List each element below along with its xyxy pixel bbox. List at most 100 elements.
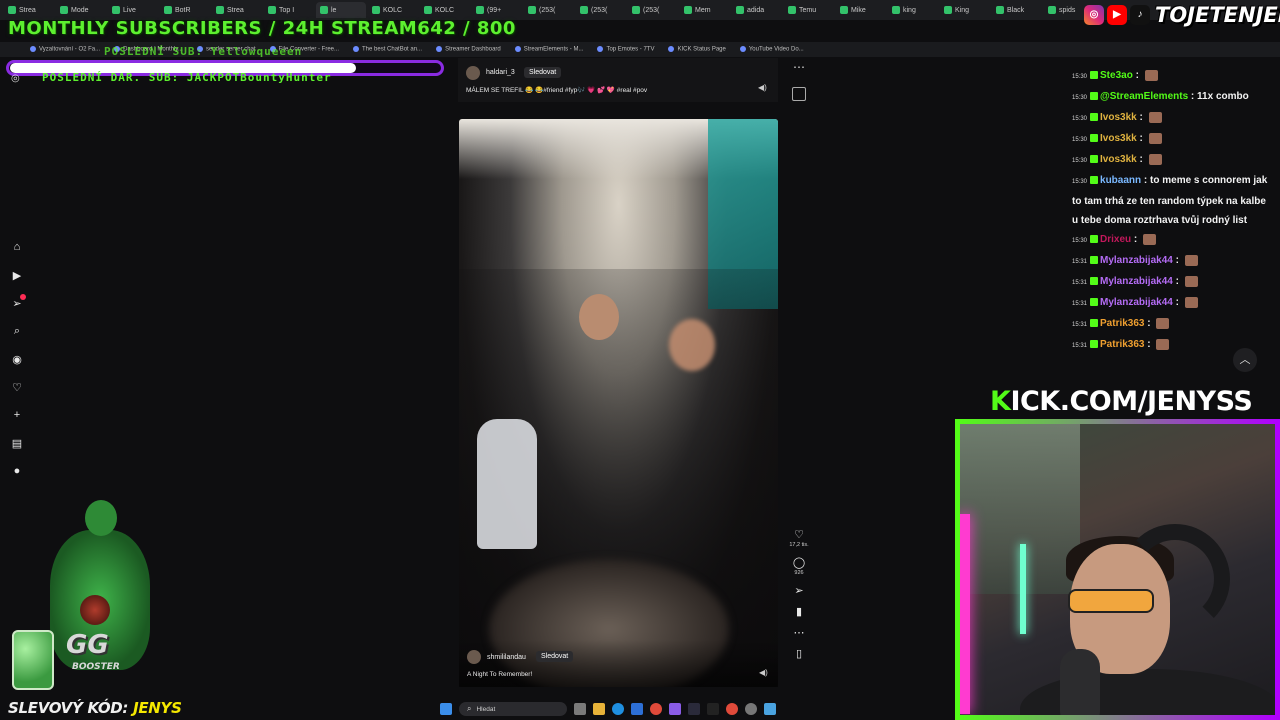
chrome-icon[interactable] xyxy=(726,703,738,715)
browser-tab[interactable]: Mode xyxy=(56,2,106,18)
tab-label: KOLC xyxy=(435,6,455,14)
browser-tab[interactable]: adida xyxy=(732,2,782,18)
bookmark-icon[interactable]: ▮ xyxy=(786,605,812,618)
profile-icon[interactable]: ● xyxy=(10,464,24,478)
stats-icon[interactable]: ▤ xyxy=(10,436,24,450)
more-options-icon[interactable]: ⋯ xyxy=(793,60,805,74)
bookmark-link[interactable]: Vyzaltovnání - O2 Fa... xyxy=(30,46,100,53)
browser-tab[interactable]: Strea xyxy=(212,2,262,18)
mute-icon[interactable]: ◀) xyxy=(758,83,767,92)
tab-label: Mike xyxy=(851,6,866,14)
obs-icon[interactable] xyxy=(688,703,700,715)
browser-tab[interactable]: (99+ xyxy=(472,2,522,18)
post-username[interactable]: shmililandau xyxy=(487,654,526,661)
chevron-up-icon[interactable]: ︿ xyxy=(1233,348,1257,372)
tab-label: spids xyxy=(1059,6,1076,14)
discord-icon[interactable] xyxy=(669,703,681,715)
chat-timestamp: 15:30 xyxy=(1072,158,1088,164)
chat-username[interactable]: Ivos3kk xyxy=(1100,154,1137,165)
chat-message: 15:30 kubaann : to meme s connorem jak to… xyxy=(1072,175,1268,226)
bookmark-link[interactable]: KICK Status Page xyxy=(668,46,725,53)
browser-tab[interactable]: Temu xyxy=(784,2,834,18)
terminal-icon[interactable] xyxy=(707,703,719,715)
plus-icon[interactable]: + xyxy=(10,408,24,422)
browser-tab[interactable]: Top I xyxy=(264,2,314,18)
file-explorer-icon[interactable] xyxy=(593,703,605,715)
store-icon[interactable] xyxy=(631,703,643,715)
task-view-icon[interactable] xyxy=(574,703,586,715)
browser-tab[interactable]: Black xyxy=(992,2,1042,18)
comment-icon[interactable]: ◯ xyxy=(786,556,812,569)
browser-tab[interactable]: Live xyxy=(108,2,158,18)
browser-tab[interactable]: (253( xyxy=(524,2,574,18)
browser-tab[interactable]: king xyxy=(888,2,938,18)
follow-button[interactable]: Sledovat xyxy=(536,651,574,662)
chat-username[interactable]: Mylanzabijak44 xyxy=(1100,276,1173,287)
chrome-icon[interactable] xyxy=(650,703,662,715)
browser-tab[interactable]: KOLC xyxy=(420,2,470,18)
explore-icon[interactable]: ◉ xyxy=(10,352,24,366)
chat-username[interactable]: Patrik363 xyxy=(1100,339,1144,350)
edge-icon[interactable] xyxy=(612,703,624,715)
post-header: haldari_3 Sledovat MÁLEM SE TREFIL 😂 😂#f… xyxy=(458,58,778,102)
chat-username[interactable]: Ste3ao xyxy=(1100,70,1133,81)
tab-favicon-icon xyxy=(424,6,432,14)
follow-button[interactable]: Sledovat xyxy=(524,67,562,78)
inbox-icon[interactable]: ➢ xyxy=(10,294,26,310)
kick-badge-icon xyxy=(1090,277,1099,286)
search-icon[interactable]: ⌕ xyxy=(10,324,24,338)
app-icon[interactable] xyxy=(764,703,776,715)
instagram-icon[interactable]: ◎ xyxy=(11,73,20,84)
likes-icon[interactable]: ♡ xyxy=(10,380,24,394)
kick-badge-icon xyxy=(1090,92,1099,101)
tab-label: Top I xyxy=(279,6,295,14)
browser-tab[interactable]: BotR xyxy=(160,2,210,18)
more-options-icon[interactable]: ⋯ xyxy=(786,626,812,639)
post-username[interactable]: haldari_3 xyxy=(486,69,515,76)
picture-in-picture-icon[interactable] xyxy=(792,87,806,101)
chat-username[interactable]: @StreamElements xyxy=(1100,91,1188,102)
chat-username[interactable]: kubaann xyxy=(1100,175,1141,186)
avatar[interactable] xyxy=(467,650,481,664)
chat-username[interactable]: Ivos3kk xyxy=(1100,112,1137,123)
taskbar-search[interactable]: Hledat xyxy=(459,702,567,716)
avatar[interactable] xyxy=(466,66,480,80)
browser-tab[interactable]: King xyxy=(940,2,990,18)
tab-favicon-icon xyxy=(528,6,536,14)
tab-label: (253( xyxy=(591,6,608,14)
start-icon[interactable] xyxy=(440,703,452,715)
settings-icon[interactable] xyxy=(745,703,757,715)
like-icon[interactable]: ♡ xyxy=(786,528,812,541)
home-icon[interactable]: ⌂ xyxy=(10,240,24,254)
browser-tab[interactable]: (253( xyxy=(628,2,678,18)
share-icon[interactable]: ➢ xyxy=(786,584,812,597)
video-player[interactable] xyxy=(459,119,778,687)
browser-tab[interactable]: le xyxy=(316,2,366,18)
browser-tab[interactable]: Mike xyxy=(836,2,886,18)
tab-label: King xyxy=(955,6,970,14)
chat-message: 15:30 @StreamElements : 11x combo xyxy=(1072,91,1249,102)
kick-badge-icon xyxy=(1090,256,1099,265)
browser-tab[interactable]: Strea xyxy=(4,2,54,18)
last-sub-text: POSLEDNÍ SUB: Yellowqueeen xyxy=(104,45,303,58)
browser-tab[interactable]: KOLC xyxy=(368,2,418,18)
browser-tab[interactable]: (253( xyxy=(576,2,626,18)
bookmark-link[interactable]: Streamer Dashboard xyxy=(436,46,501,53)
bookmark-link[interactable]: Top Emotes - 7TV xyxy=(597,46,654,53)
mini-player-icon[interactable]: ▯ xyxy=(786,647,812,660)
chat-username[interactable]: Ivos3kk xyxy=(1100,133,1137,144)
chat-username[interactable]: Drixeu xyxy=(1100,234,1131,245)
tab-label: (99+ xyxy=(487,6,502,14)
mute-icon[interactable]: ◀) xyxy=(759,668,768,677)
bookmark-link[interactable]: YouTube Video Do... xyxy=(740,46,804,53)
chat-username[interactable]: Mylanzabijak44 xyxy=(1100,255,1173,266)
video-frame-person xyxy=(579,294,619,340)
chat-username[interactable]: Mylanzabijak44 xyxy=(1100,297,1173,308)
tab-favicon-icon xyxy=(1048,6,1056,14)
browser-tab[interactable]: Mem xyxy=(680,2,730,18)
video-icon[interactable]: ▶ xyxy=(10,268,24,282)
bookmark-link[interactable]: StreamElements - M... xyxy=(515,46,584,53)
kick-link: KICK.COM/JENYSS xyxy=(990,386,1253,417)
bookmark-link[interactable]: The best ChatBot an... xyxy=(353,46,422,53)
chat-username[interactable]: Patrik363 xyxy=(1100,318,1144,329)
